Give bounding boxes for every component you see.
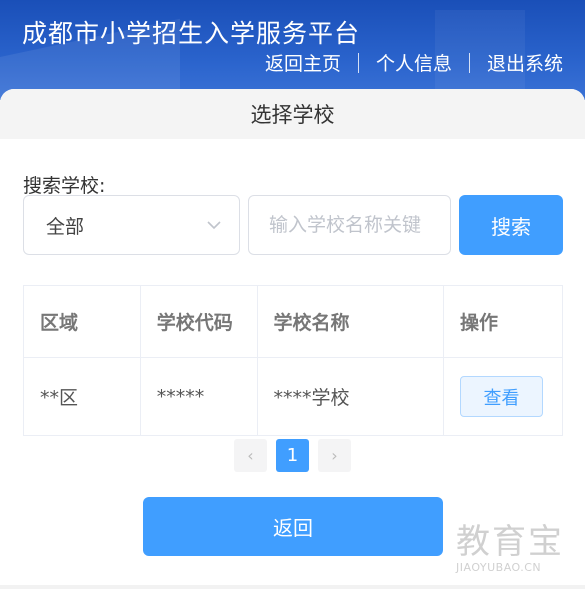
divider bbox=[0, 585, 585, 589]
column-header-region: 区域 bbox=[23, 285, 141, 358]
school-table: 区域 学校代码 学校名称 操作 **区 ***** ****学校 查看 bbox=[23, 285, 563, 436]
page-number-button[interactable]: 1 bbox=[276, 439, 309, 472]
search-label: 搜索学校: bbox=[23, 175, 106, 197]
watermark-logo: 教育宝 JIAOYUBAO.CN bbox=[456, 514, 564, 574]
column-header-code: 学校代码 bbox=[139, 285, 258, 358]
prev-page-button[interactable]: ‹ bbox=[234, 439, 267, 472]
school-search-input[interactable] bbox=[248, 195, 451, 255]
nav-logout-link[interactable]: 退出系统 bbox=[487, 49, 563, 76]
header: 成都市小学招生入学服务平台 返回主页 个人信息 退出系统 bbox=[0, 0, 585, 100]
table-row: **区 ***** ****学校 查看 bbox=[23, 357, 563, 436]
nav-divider bbox=[468, 52, 470, 73]
cell-action: 查看 bbox=[443, 357, 563, 436]
next-page-button[interactable]: › bbox=[318, 439, 351, 472]
cell-name: ****学校 bbox=[256, 357, 445, 436]
site-title: 成都市小学招生入学服务平台 bbox=[22, 19, 361, 48]
region-select-value: 全部 bbox=[46, 215, 85, 238]
watermark-text: 教育宝 bbox=[456, 522, 564, 562]
nav-home-link[interactable]: 返回主页 bbox=[265, 49, 341, 76]
region-select[interactable]: 全部 bbox=[23, 195, 240, 255]
card-title: 选择学校 bbox=[0, 89, 585, 139]
table-header-row: 区域 学校代码 学校名称 操作 bbox=[23, 285, 563, 358]
nav-divider bbox=[357, 52, 359, 73]
nav-profile-link[interactable]: 个人信息 bbox=[376, 49, 452, 76]
column-header-name: 学校名称 bbox=[256, 285, 445, 358]
pagination: ‹ 1 › bbox=[234, 439, 351, 472]
cell-code: ***** bbox=[139, 357, 258, 436]
select-school-card: 选择学校 搜索学校: 全部 搜索 区域 学校代码 学校名称 操作 **区 ***… bbox=[0, 89, 585, 589]
top-nav: 返回主页 个人信息 退出系统 bbox=[265, 49, 563, 76]
back-button[interactable]: 返回 bbox=[143, 497, 443, 556]
chevron-down-icon bbox=[207, 221, 221, 230]
view-button[interactable]: 查看 bbox=[460, 376, 544, 417]
search-button[interactable]: 搜索 bbox=[459, 195, 563, 255]
cell-region: **区 bbox=[23, 357, 141, 436]
column-header-action: 操作 bbox=[443, 285, 563, 358]
